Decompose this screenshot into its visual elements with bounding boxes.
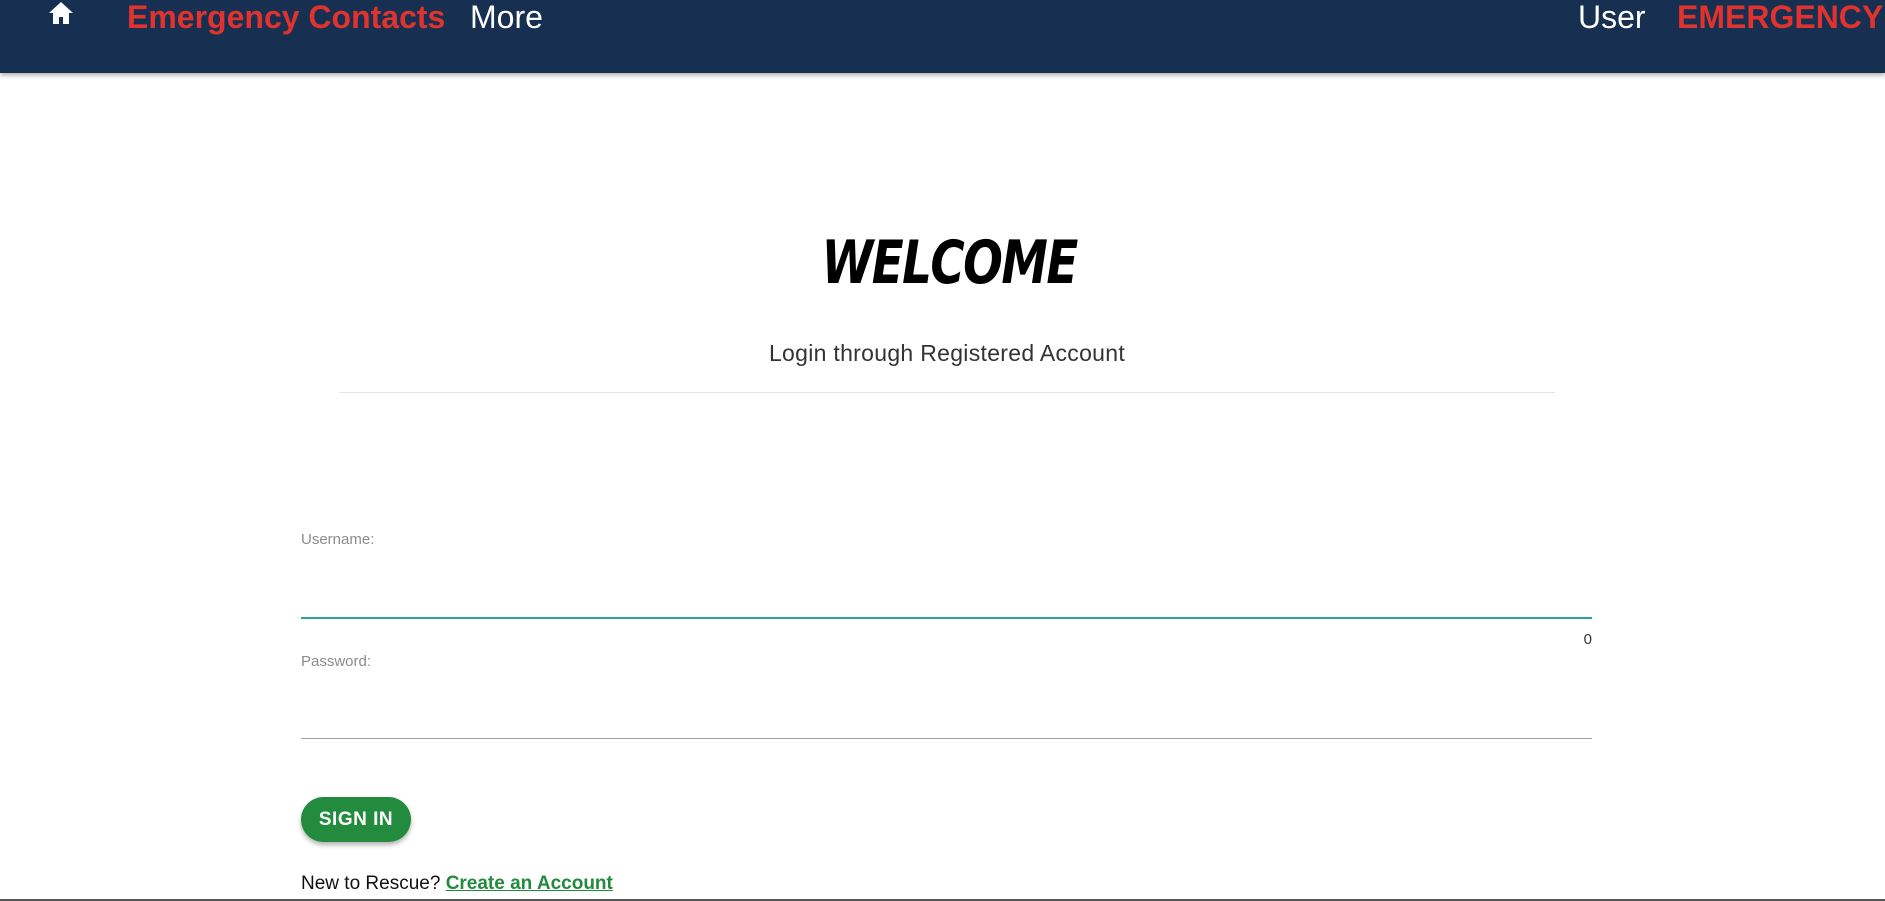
nav-more[interactable]: More	[470, 0, 543, 34]
page-title: WELCOME	[821, 228, 1079, 298]
username-label: Username:	[301, 531, 375, 548]
divider	[339, 392, 1555, 393]
nav-emergency[interactable]: EMERGENCY	[1677, 0, 1883, 34]
sign-in-button[interactable]: SIGN IN	[301, 797, 411, 842]
page-subtitle: Login through Registered Account	[768, 340, 1126, 366]
home-icon[interactable]	[46, 0, 76, 26]
create-account-link[interactable]: Create an Account	[446, 873, 613, 894]
username-input[interactable]	[301, 577, 1592, 619]
password-label: Password:	[301, 653, 372, 670]
new-user-prompt: New to Rescue? Create an Account	[301, 873, 613, 895]
username-character-counter: 0	[1583, 631, 1592, 648]
nav-emergency-contacts[interactable]: Emergency Contacts	[127, 0, 445, 34]
password-input[interactable]	[301, 698, 1592, 739]
top-navbar: Emergency Contacts More User EMERGENCY	[0, 0, 1885, 73]
nav-user[interactable]: User	[1578, 0, 1646, 34]
new-user-text: New to Rescue?	[301, 873, 441, 894]
